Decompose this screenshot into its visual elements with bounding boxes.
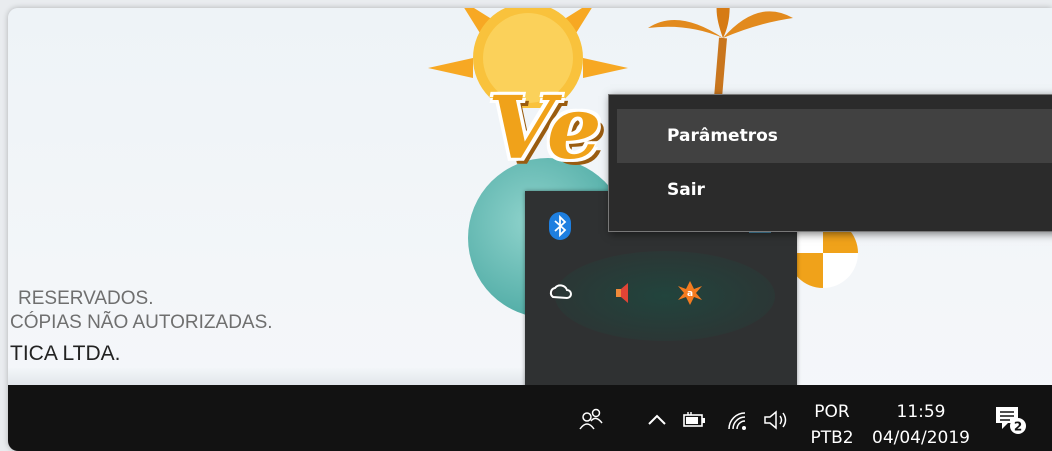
desktop-screen: Ve RESERVADOS. CÓPIAS NÃO AUTORIZADAS. T… bbox=[8, 8, 1052, 451]
input-language: POR bbox=[814, 402, 850, 422]
tray-context-menu: Parâmetros Sair bbox=[608, 94, 1052, 232]
wallpaper-logo: Ve bbox=[488, 78, 602, 179]
menu-item-parametros[interactable]: Parâmetros bbox=[617, 109, 1052, 163]
copyright-line-1: RESERVADOS. bbox=[18, 288, 154, 309]
clock-time: 11:59 bbox=[896, 402, 946, 422]
clock[interactable]: 11:59 04/04/2019 bbox=[866, 399, 976, 451]
svg-text:a: a bbox=[687, 289, 693, 299]
menu-item-sair[interactable]: Sair bbox=[617, 163, 1052, 217]
battery-icon[interactable] bbox=[680, 407, 710, 433]
speaker-muted-icon[interactable] bbox=[610, 278, 640, 308]
volume-icon[interactable] bbox=[760, 407, 794, 433]
notifications-icon[interactable]: 2 bbox=[990, 403, 1030, 437]
creative-cloud-icon[interactable] bbox=[545, 278, 575, 308]
input-language-indicator[interactable]: POR PTB2 bbox=[802, 399, 862, 451]
clock-date: 04/04/2019 bbox=[872, 428, 970, 448]
keyboard-layout: PTB2 bbox=[810, 428, 854, 448]
bluetooth-icon[interactable] bbox=[545, 211, 575, 241]
palm-tree-illustration bbox=[648, 8, 793, 98]
copyright-line-2: CÓPIAS NÃO AUTORIZADAS. bbox=[10, 312, 273, 333]
notification-count: 2 bbox=[1014, 420, 1022, 434]
copyright-line-3: TICA LTDA. bbox=[10, 342, 121, 365]
avast-icon[interactable]: a bbox=[675, 278, 705, 308]
people-icon[interactable] bbox=[576, 405, 606, 435]
taskbar: POR PTB2 11:59 04/04/2019 2 bbox=[8, 385, 1052, 451]
wifi-icon[interactable] bbox=[722, 407, 752, 433]
show-hidden-icons-chevron[interactable] bbox=[644, 407, 670, 433]
